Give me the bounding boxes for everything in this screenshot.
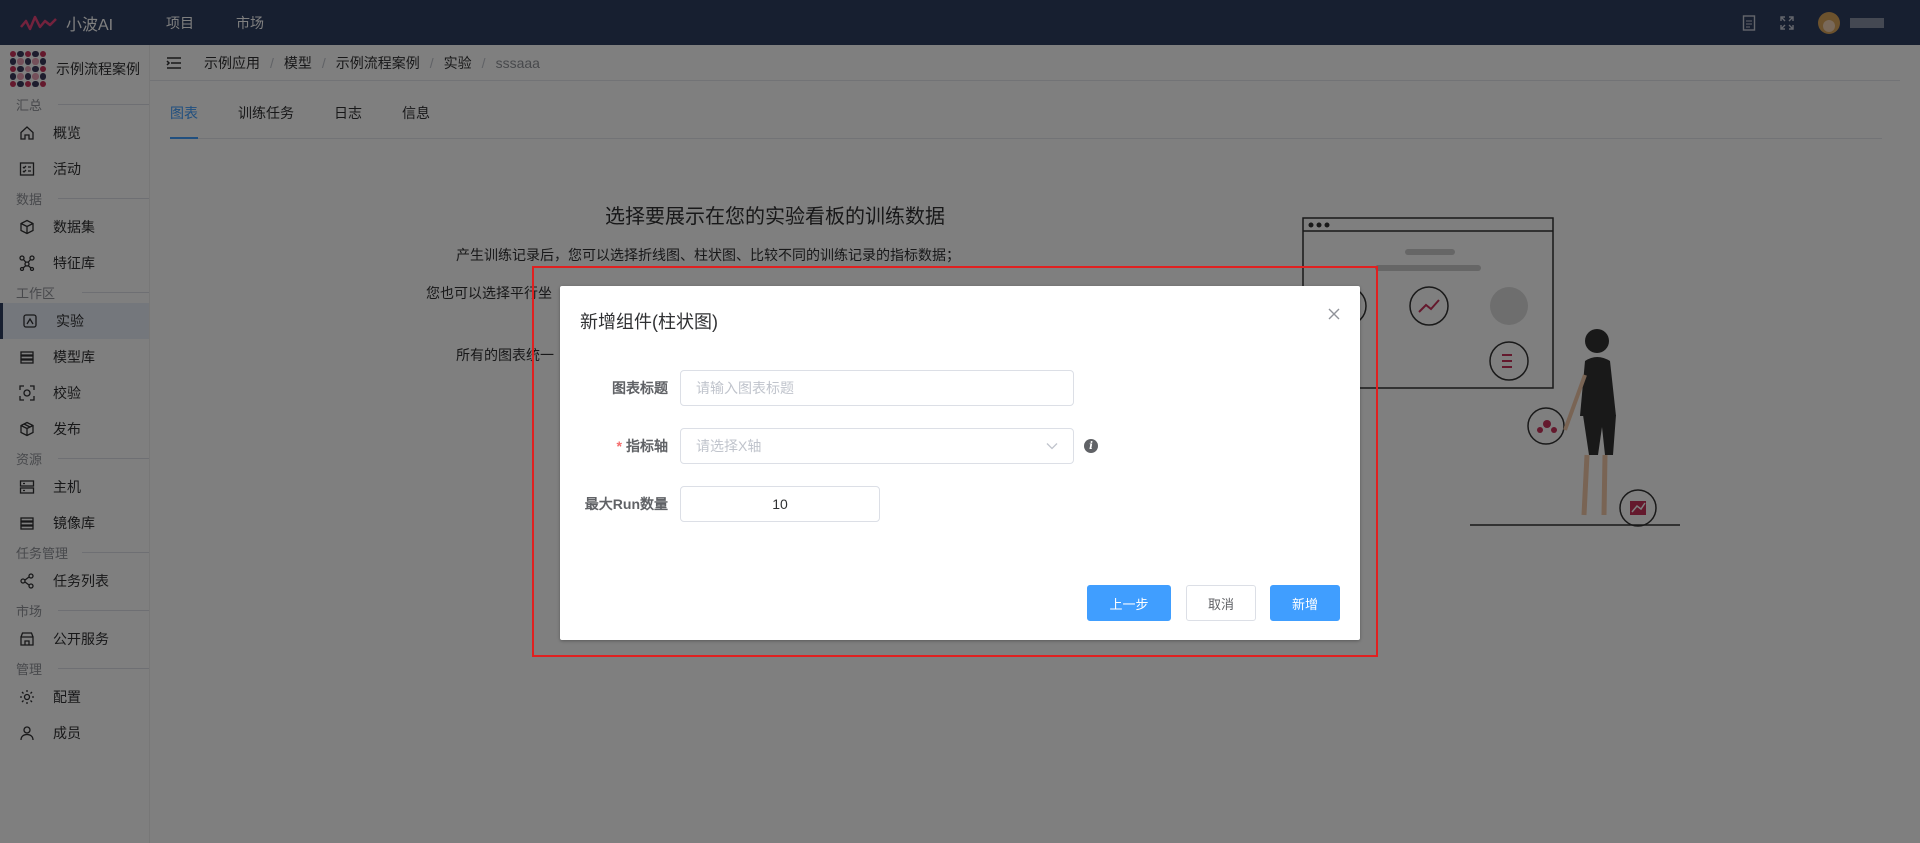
- chart-title-row: 图表标题: [560, 370, 1074, 406]
- chart-title-label: 图表标题: [612, 380, 668, 396]
- axis-label: * 指标轴: [616, 438, 668, 454]
- cancel-button[interactable]: 取消: [1186, 585, 1256, 621]
- prev-step-button[interactable]: 上一步: [1087, 585, 1171, 621]
- required-marker: *: [616, 438, 622, 454]
- axis-row: * 指标轴 请选择X轴 i: [560, 428, 1098, 464]
- info-icon[interactable]: i: [1084, 439, 1098, 453]
- chevron-down-icon: [1046, 443, 1058, 450]
- max-run-row: 最大Run数量: [560, 486, 880, 522]
- add-chart-dialog: 新增组件(柱状图) 图表标题 *指标轴 请选择X轴 i 最大Run数量 上一步 …: [560, 286, 1360, 640]
- chart-title-input[interactable]: [680, 370, 1074, 406]
- add-button[interactable]: 新增: [1270, 585, 1340, 621]
- max-run-input[interactable]: [680, 486, 880, 522]
- close-icon[interactable]: [1326, 306, 1342, 322]
- x-axis-select[interactable]: 请选择X轴: [680, 428, 1074, 464]
- max-run-label: 最大Run数量: [584, 496, 668, 512]
- dialog-title: 新增组件(柱状图): [580, 312, 718, 332]
- x-axis-placeholder: 请选择X轴: [696, 438, 762, 454]
